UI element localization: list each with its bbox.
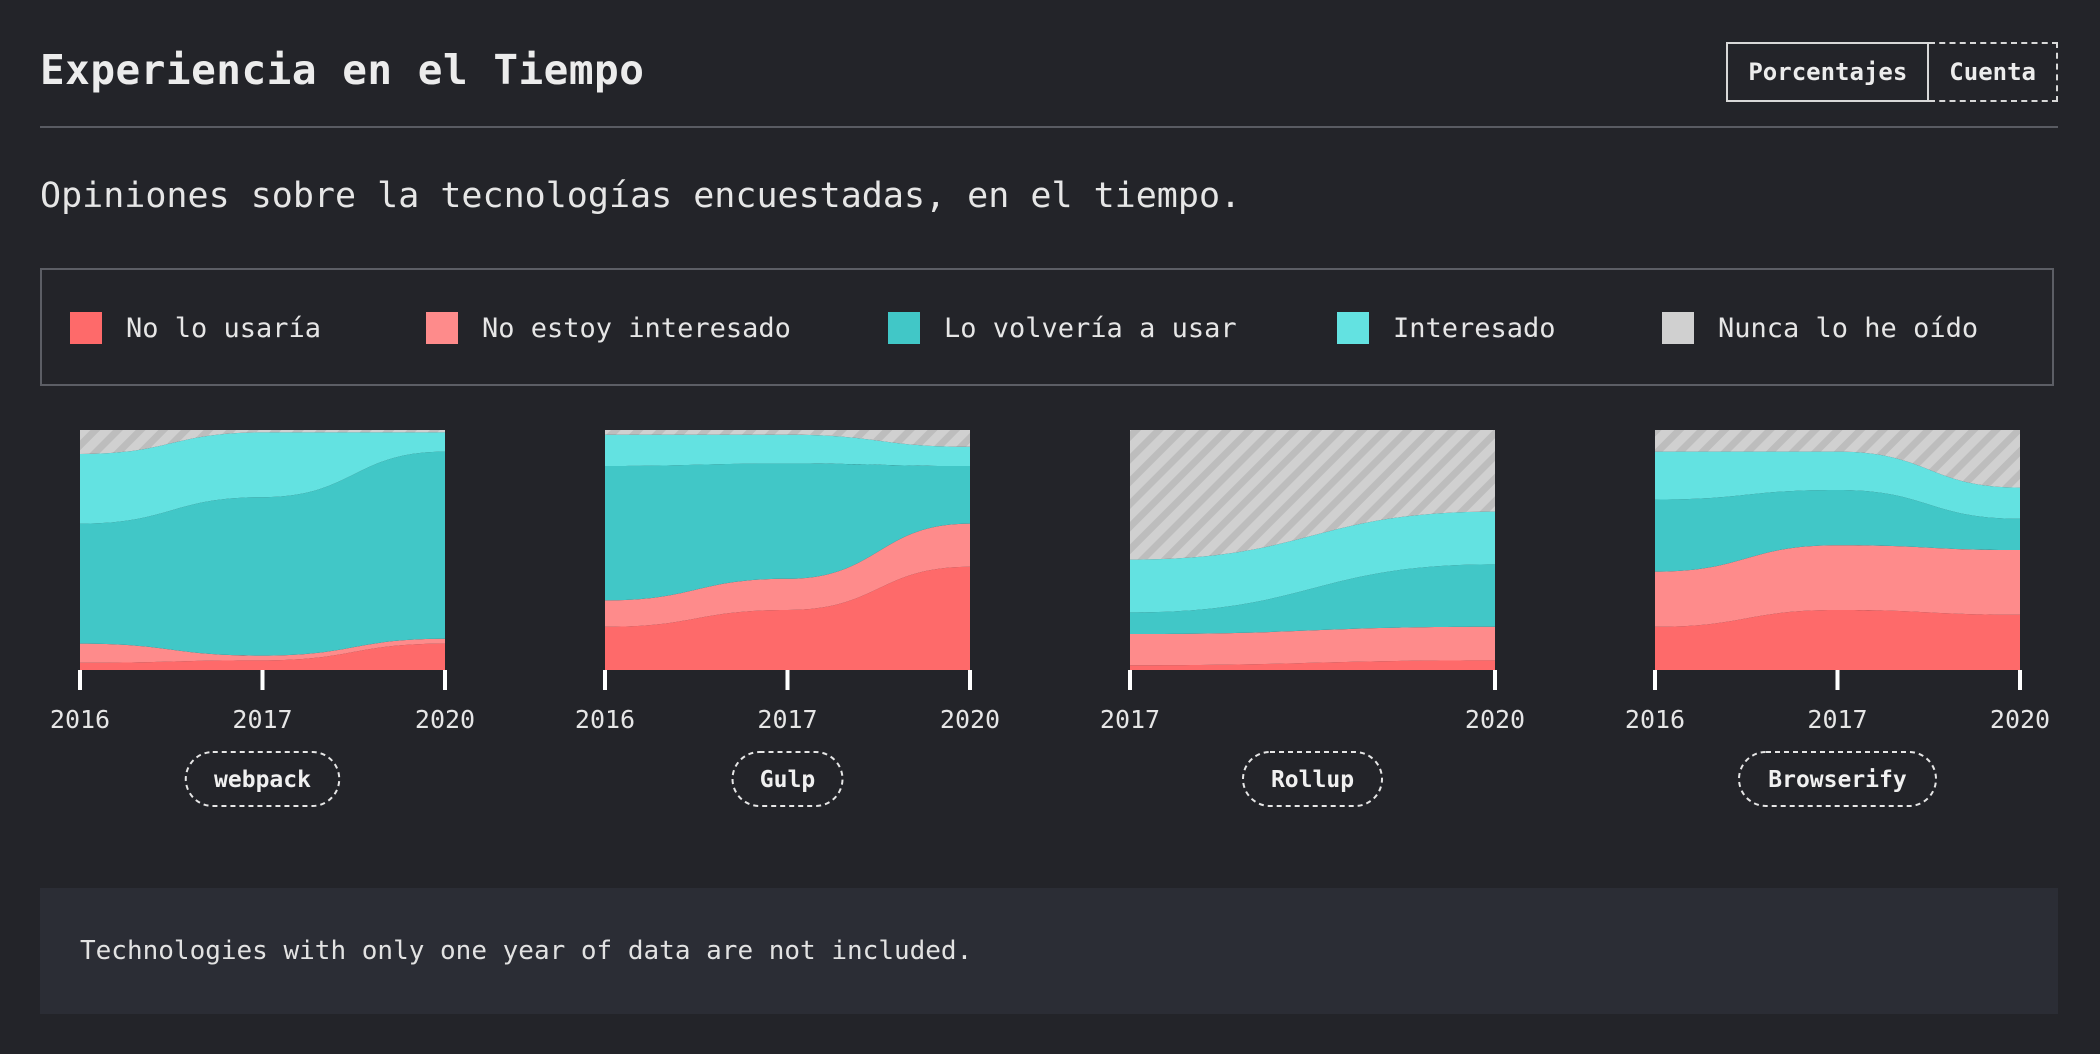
x-tick <box>1835 670 1840 690</box>
svg-text:Gulp: Gulp <box>760 767 815 793</box>
x-tick-label: 2020 <box>1990 705 2050 734</box>
svg-text:Rollup: Rollup <box>1271 767 1354 793</box>
x-tick-label: 2017 <box>757 705 817 734</box>
x-tick-label: 2016 <box>50 705 110 734</box>
chart-webpack: 2016 2017 2020 webpack <box>50 430 475 807</box>
x-tick-label: 2016 <box>575 705 635 734</box>
tech-label-browserify[interactable]: Browserify <box>1738 751 1937 807</box>
x-tick-label: 2017 <box>1100 705 1160 734</box>
footnote-box: Technologies with only one year of data … <box>40 888 2058 1014</box>
x-tick-label: 2020 <box>1465 705 1525 734</box>
tech-label-rollup[interactable]: Rollup <box>1242 751 1383 807</box>
x-tick-label: 2017 <box>1807 705 1867 734</box>
x-tick <box>603 670 607 690</box>
x-tick <box>260 670 265 690</box>
experience-over-time-charts: 2016 2017 2020webpack2016 2017 2020Gulp2017 2… <box>50 430 2050 807</box>
svg-text:webpack: webpack <box>214 767 311 793</box>
footnote-text: Technologies with only one year of data … <box>80 936 973 966</box>
x-tick <box>443 670 447 690</box>
chart-rollup: 2017 2020 Rollup <box>1100 430 1525 807</box>
x-tick <box>1493 670 1497 690</box>
x-tick-label: 2020 <box>940 705 1000 734</box>
x-tick-label: 2016 <box>1625 705 1685 734</box>
x-tick <box>1128 670 1132 690</box>
tech-label-webpack[interactable]: webpack <box>184 751 341 807</box>
x-tick-label: 2020 <box>415 705 475 734</box>
tech-label-gulp[interactable]: Gulp <box>731 751 844 807</box>
x-tick-label: 2017 <box>232 705 292 734</box>
x-tick <box>968 670 972 690</box>
x-tick <box>785 670 790 690</box>
x-tick <box>1653 670 1657 690</box>
svg-text:Browserify: Browserify <box>1768 767 1907 793</box>
chart-gulp: 2016 2017 2020 Gulp <box>575 430 1000 807</box>
x-tick <box>2018 670 2022 690</box>
chart-browserify: 2016 2017 2020 Browserify <box>1625 430 2050 807</box>
x-tick <box>78 670 82 690</box>
